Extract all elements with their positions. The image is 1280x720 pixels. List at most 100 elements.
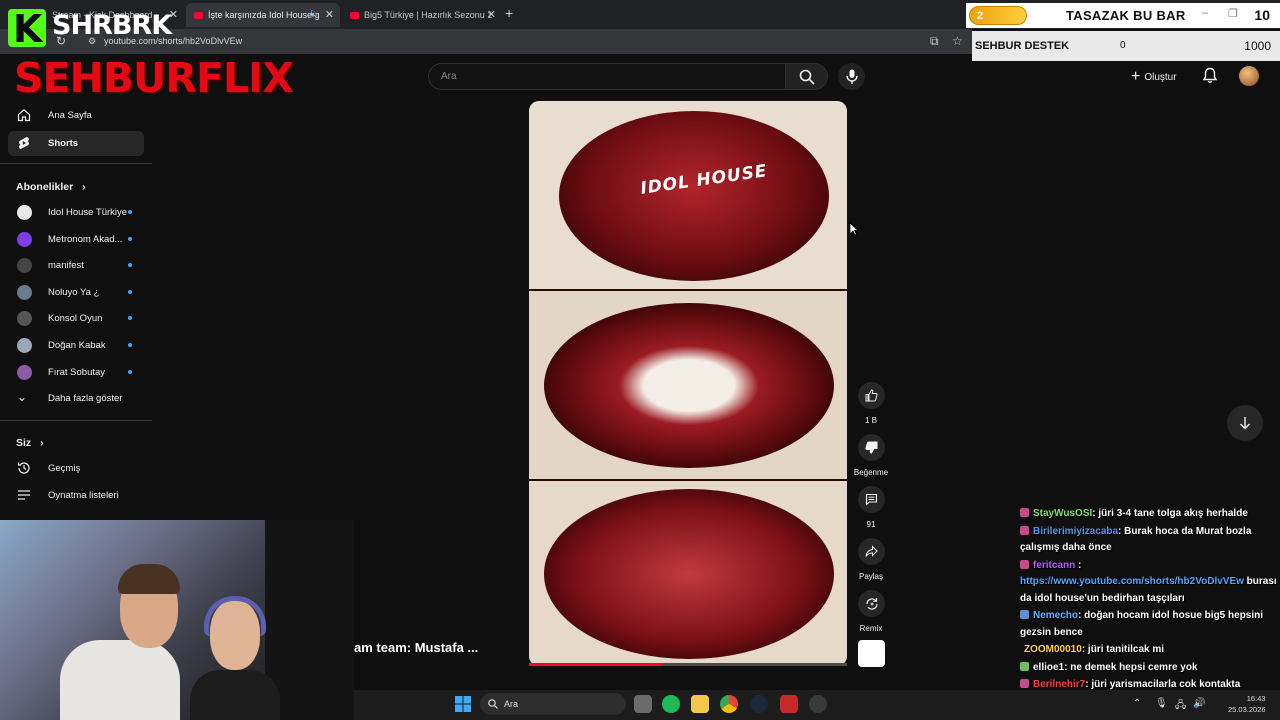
create-button[interactable]: + Oluştur (1131, 68, 1177, 86)
sidebar-item-label: Shorts (48, 138, 79, 149)
chat-username[interactable]: Berilnehir7 (1033, 679, 1085, 690)
shrbrk-logo: SHRBRK (52, 10, 172, 41)
new-content-dot (128, 237, 132, 241)
clock-time: 16:43 (1246, 694, 1266, 703)
remix-button[interactable] (858, 590, 885, 617)
sidebar-item-label: Konsol Oyun (48, 313, 103, 324)
like-button[interactable] (858, 382, 885, 409)
remix-label: Remix (859, 624, 883, 633)
file-explorer-icon[interactable] (691, 695, 709, 713)
chat-username[interactable]: ellioe1 (1033, 662, 1064, 673)
close-icon[interactable]: ✕ (325, 8, 334, 21)
sidebar-item-idol-house-turkiye[interactable]: Idol House Türkiye (8, 200, 144, 225)
obs-icon[interactable] (809, 695, 827, 713)
video-frame-bottom (529, 481, 847, 666)
you-header[interactable]: Siz › (16, 437, 44, 449)
playlist-icon (18, 490, 30, 500)
comments-button[interactable] (858, 486, 885, 513)
sidebar-item-metronom[interactable]: Metronom Akad... (8, 227, 144, 252)
headphones-icon (204, 596, 266, 636)
sidebar-item-playlists[interactable]: Oynatma listeleri (8, 483, 144, 508)
chat-text: : (1075, 559, 1082, 571)
streamer-hair (118, 564, 180, 594)
you-title: Siz (16, 437, 32, 449)
close-icon[interactable]: ✕ (487, 8, 496, 21)
notifications-button[interactable] (1202, 67, 1218, 89)
sidebar-item-label: Idol House Türkiye (48, 207, 128, 218)
spotify-icon[interactable] (662, 695, 680, 713)
new-content-dot (128, 210, 132, 214)
sidebar-item-konsol-oyun[interactable]: Konsol Oyun (8, 306, 144, 331)
new-content-dot (128, 316, 132, 320)
sidebar-item-label: Geçmiş (48, 463, 81, 474)
volume-icon[interactable]: 🔊 (1193, 698, 1205, 709)
chevron-down-icon: ⌄ (17, 390, 28, 404)
dislike-label: Beğenme (853, 468, 889, 477)
windows-start-icon[interactable] (455, 696, 471, 712)
sidebar-item-shorts[interactable]: Shorts (8, 131, 144, 156)
thumbs-down-icon (865, 441, 878, 454)
video-frame-middle (529, 291, 847, 479)
sehburflix-logo: SEHBURFLIX (14, 54, 294, 102)
video-progress-bar[interactable] (529, 663, 847, 666)
channel-thumbnail[interactable] (858, 640, 885, 667)
task-view-icon[interactable] (634, 695, 652, 713)
streamer-body (60, 640, 180, 720)
chat-username[interactable]: ZOOM00010 (1024, 644, 1082, 655)
search-button[interactable] (786, 63, 828, 90)
chat-link[interactable]: https://www.youtube.com/shorts/hb2VoDlvV… (1020, 576, 1244, 587)
account-avatar[interactable] (1239, 66, 1259, 86)
chrome-icon[interactable] (720, 695, 738, 713)
new-content-dot (128, 343, 132, 347)
screen: Stream - Kick Dashboard ✕ İşte karşınızd… (0, 0, 1280, 720)
share-button[interactable] (858, 538, 885, 565)
taskbar-search-input[interactable]: Ara (480, 693, 626, 715)
next-short-button[interactable] (1227, 405, 1263, 441)
chat-message: feritcann : https://www.youtube.com/short… (1020, 558, 1278, 608)
steam-icon[interactable] (750, 695, 768, 713)
dislike-button[interactable] (858, 434, 885, 461)
chat-message: Birilerimiyizacaba: Burak hoca da Murat … (1020, 524, 1278, 557)
youtube-icon (350, 11, 359, 19)
chat-badge-icon (1020, 559, 1029, 569)
arrow-down-icon (1240, 417, 1250, 430)
restore-icon[interactable]: ❐ (1228, 7, 1238, 20)
sidebar-item-home[interactable]: Ana Sayfa (8, 103, 144, 128)
speaker-icon[interactable]: 🔈 (309, 8, 320, 19)
channel-avatar (17, 365, 32, 380)
bookmark-star-icon[interactable]: ☆ (952, 34, 963, 48)
chat-username[interactable]: feritcann (1033, 560, 1075, 571)
chat-username[interactable]: Nemecho (1033, 610, 1078, 621)
voice-search-button[interactable] (838, 63, 865, 90)
install-app-icon[interactable]: ⧉ (930, 34, 939, 49)
chat-username[interactable]: StayWusOSI (1033, 508, 1092, 519)
taskbar-clock[interactable]: 16:43 25.03.2026 (1228, 693, 1266, 715)
chat-badge-icon (1020, 679, 1029, 688)
bar-count: 10 (1254, 7, 1270, 23)
home-icon (17, 109, 31, 122)
chevron-up-icon[interactable]: ⌃ (1133, 698, 1141, 709)
microphone-icon[interactable]: 🎙 (1155, 698, 1168, 709)
minimize-icon[interactable]: – (1202, 7, 1208, 19)
channel-avatar (17, 205, 32, 220)
sidebar-item-dogan-kabak[interactable]: Doğan Kabak (8, 333, 144, 358)
share-icon (865, 545, 878, 557)
tab-big5-turkiye[interactable]: Big5 Türkiye | Hazırlık Sezonu 1 ✕ (342, 3, 502, 27)
sidebar-item-noluyo-ya[interactable]: Noluyo Ya ¿ (8, 280, 144, 305)
network-icon[interactable]: 🖧 (1175, 698, 1186, 715)
bar-level: 2 (977, 10, 984, 22)
webcam-feed (0, 520, 354, 720)
app-icon[interactable] (780, 695, 798, 713)
subscriptions-header[interactable]: Abonelikler › (16, 181, 86, 193)
tab-idol-house-short[interactable]: İşte karşınızda Idol House g 🔈 ✕ (186, 3, 340, 27)
sidebar-item-manifest[interactable]: manifest (8, 253, 144, 278)
youtube-icon (194, 11, 203, 19)
sidebar-item-history[interactable]: Geçmiş (8, 456, 144, 481)
chat-username[interactable]: Birilerimiyizacaba (1033, 526, 1118, 537)
search-input[interactable]: Ara (428, 63, 786, 90)
kick-logo (8, 7, 46, 51)
new-tab-icon[interactable]: + (505, 5, 513, 21)
sidebar-item-firat-sobutay[interactable]: Fırat Sobutay (8, 360, 144, 385)
sidebar-item-show-more[interactable]: ⌄ Daha fazla göster (8, 386, 144, 411)
video-progress-fill (529, 663, 663, 666)
